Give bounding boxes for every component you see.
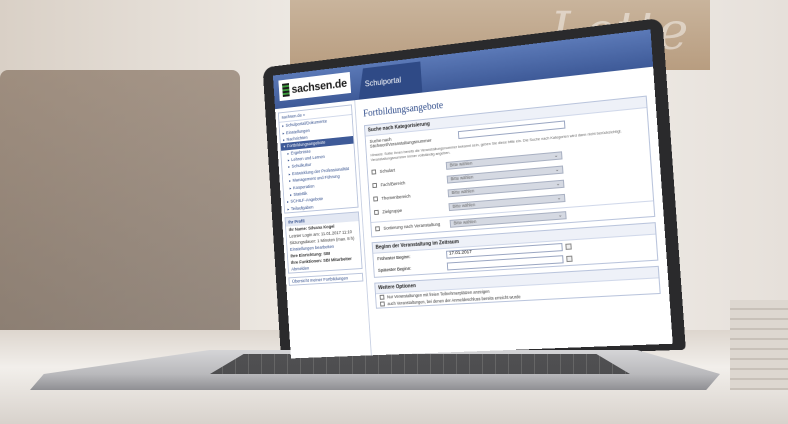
chevron-down-icon: ▾ xyxy=(283,144,286,149)
filter-label: Schulart xyxy=(379,167,396,175)
filter-checkbox[interactable] xyxy=(374,209,379,216)
date-from-label: Frühester Beginn: xyxy=(377,254,411,262)
filter-label: Zielgruppe xyxy=(382,208,403,215)
laptop-keyboard xyxy=(210,354,630,374)
chevron-right-icon: ▸ xyxy=(282,123,285,129)
select-value: Bitte wählen xyxy=(450,174,474,182)
calendar-icon[interactable] xyxy=(566,255,573,262)
sidebar-item-label: Teilaufgaben xyxy=(290,204,314,211)
chevron-right-icon: ▸ xyxy=(289,185,292,191)
background-chair xyxy=(0,70,240,350)
select-value: Bitte wählen xyxy=(451,188,475,196)
chevron-right-icon: ▸ xyxy=(289,192,292,198)
chevron-right-icon: ▸ xyxy=(287,150,290,156)
chevron-right-icon: ▸ xyxy=(287,157,290,163)
chevron-right-icon: ▸ xyxy=(287,206,290,212)
book-stack xyxy=(730,300,788,390)
laptop-screen: sachsen.de Schulportal sachsen.de » ▸ Sch… xyxy=(272,29,673,359)
filter-label: Fach/Bereich xyxy=(380,180,406,188)
chevron-down-icon: ⌄ xyxy=(553,152,559,159)
chevron-down-icon: ⌄ xyxy=(554,166,560,173)
chevron-right-icon: ▸ xyxy=(282,137,285,143)
option-checkbox[interactable] xyxy=(379,294,385,300)
chevron-down-icon: ⌄ xyxy=(555,180,561,188)
chevron-right-icon: ▸ xyxy=(286,199,289,205)
filter-label: Themenbereich xyxy=(381,193,411,201)
chevron-right-icon: ▸ xyxy=(288,164,291,170)
chevron-right-icon: ▸ xyxy=(288,171,291,177)
main-content: Fortbildungsangebote Suche nach Kategori… xyxy=(355,67,673,356)
option-checkbox[interactable] xyxy=(380,301,385,307)
filter-checkbox[interactable] xyxy=(371,169,377,175)
my-trainings-link[interactable]: Übersicht meiner Fortbildungen xyxy=(289,274,362,285)
chevron-down-icon: ⌄ xyxy=(557,212,563,219)
chevron-down-icon: ⌄ xyxy=(556,194,562,202)
search-section: Suche nach Kategorisierung Suche nach St… xyxy=(363,95,656,238)
select-value: Bitte wählen xyxy=(452,202,476,209)
select-value: Bitte wählen xyxy=(453,219,477,226)
logo-text: sachsen.de xyxy=(291,76,348,96)
sachsen-logo[interactable]: sachsen.de xyxy=(278,71,352,102)
saxony-flag-icon xyxy=(282,83,290,97)
my-trainings-box: Übersicht meiner Fortbildungen xyxy=(288,272,364,286)
filter-label: Sortierung nach Veranstaltung xyxy=(383,221,441,231)
filter-checkbox[interactable] xyxy=(375,226,380,232)
profile-box: Ihr Profil Ihr Name: Silvana Kogel Letzt… xyxy=(284,211,363,274)
sidebar-nav: sachsen.de » ▸ Schulportal/Dokumente ▸ Ein… xyxy=(277,104,359,214)
sort-select[interactable]: Bitte wählen ⌄ xyxy=(449,210,567,228)
chevron-right-icon: ▸ xyxy=(288,178,291,184)
filter-checkbox[interactable] xyxy=(373,196,379,202)
chevron-right-icon: ▸ xyxy=(282,130,285,136)
date-to-label: Spätester Beginn: xyxy=(377,265,412,273)
select-value: Bitte wählen xyxy=(449,160,473,168)
calendar-icon[interactable] xyxy=(565,243,572,250)
filter-checkbox[interactable] xyxy=(372,182,378,189)
